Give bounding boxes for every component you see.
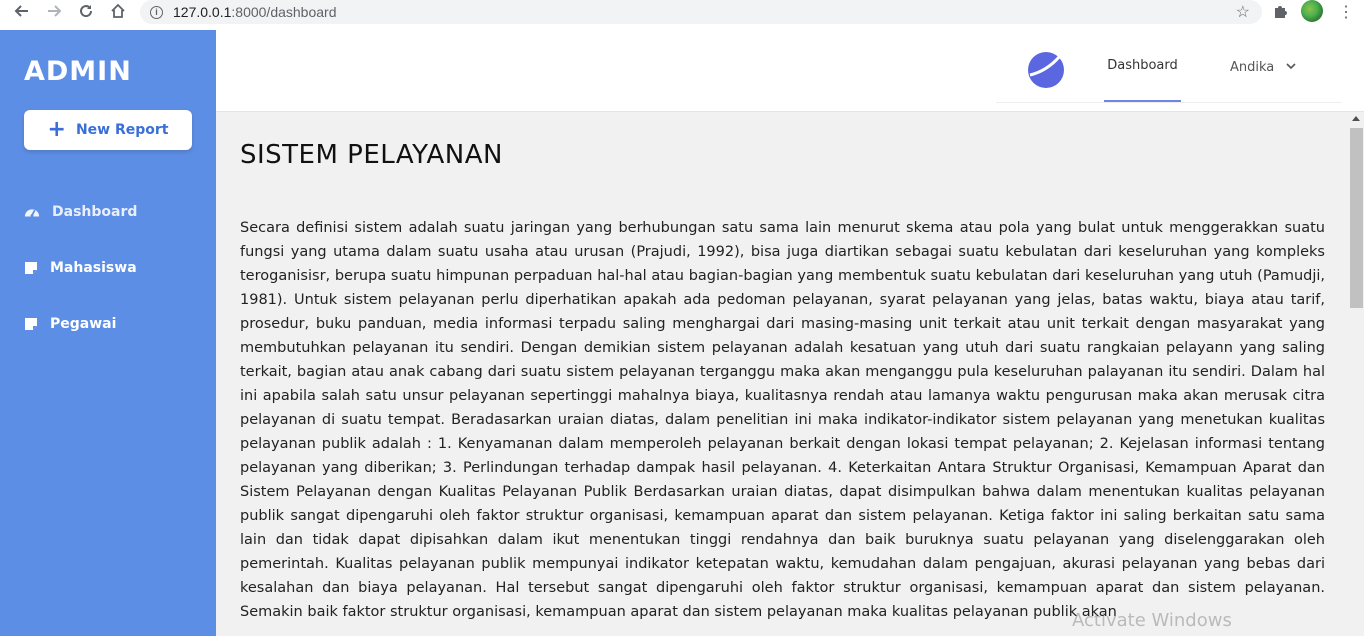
note-icon (24, 260, 38, 276)
home-icon[interactable] (108, 1, 128, 21)
url-path: :8000/dashboard (231, 4, 337, 20)
brand-title: ADMIN (24, 56, 132, 87)
sidebar-item-pegawai[interactable]: Pegawai (24, 316, 116, 332)
sidebar-item-dashboard[interactable]: Dashboard (24, 204, 137, 220)
extensions-puzzle-icon[interactable] (1272, 2, 1290, 25)
main-content: SISTEM PELAYANAN Secara definisi sistem … (216, 112, 1348, 636)
sidebar: ADMIN + New Report Dashboard Mahasiswa P… (0, 30, 216, 636)
sidebar-item-mahasiswa[interactable]: Mahasiswa (24, 260, 137, 276)
page-title: SISTEM PELAYANAN (240, 140, 503, 170)
bookmark-star-icon[interactable]: ☆ (1236, 2, 1250, 22)
back-icon[interactable] (12, 1, 32, 21)
scroll-up-arrow-icon[interactable] (1352, 116, 1360, 121)
browser-menu-icon[interactable]: ⋮ (1338, 2, 1354, 22)
reload-icon[interactable] (76, 1, 96, 21)
site-info-icon[interactable]: i (150, 5, 163, 19)
sidebar-item-label: Mahasiswa (50, 260, 137, 276)
user-name: Andika (1230, 60, 1275, 75)
address-bar[interactable]: i 127.0.0.1:8000/dashboard ☆ (140, 0, 1262, 24)
os-watermark: Activate Windows (1072, 610, 1232, 631)
new-report-button[interactable]: + New Report (24, 110, 192, 150)
note-icon (24, 316, 38, 332)
forward-icon[interactable] (44, 1, 64, 21)
url-text: 127.0.0.1:8000/dashboard (173, 4, 336, 20)
tachometer-icon (24, 204, 40, 220)
nav-dashboard-link[interactable]: Dashboard (1104, 30, 1181, 102)
sidebar-item-label: Dashboard (52, 204, 138, 220)
sidebar-item-label: Pegawai (50, 316, 117, 332)
article-body: Secara definisi sistem adalah suatu jari… (240, 220, 1325, 620)
scroll-thumb[interactable] (1350, 128, 1363, 308)
top-header: Dashboard Andika (216, 30, 1364, 112)
browser-toolbar: i 127.0.0.1:8000/dashboard ☆ ⋮ (0, 0, 1364, 24)
url-host: 127.0.0.1 (173, 4, 232, 20)
user-menu[interactable]: Andika (1230, 60, 1296, 75)
app-logo (1027, 51, 1065, 89)
vertical-scrollbar[interactable] (1348, 112, 1364, 636)
new-report-label: New Report (75, 122, 169, 138)
plus-icon: + (47, 117, 66, 142)
chevron-down-icon (1286, 62, 1296, 73)
header-divider (996, 102, 1342, 103)
profile-avatar[interactable] (1301, 0, 1323, 22)
